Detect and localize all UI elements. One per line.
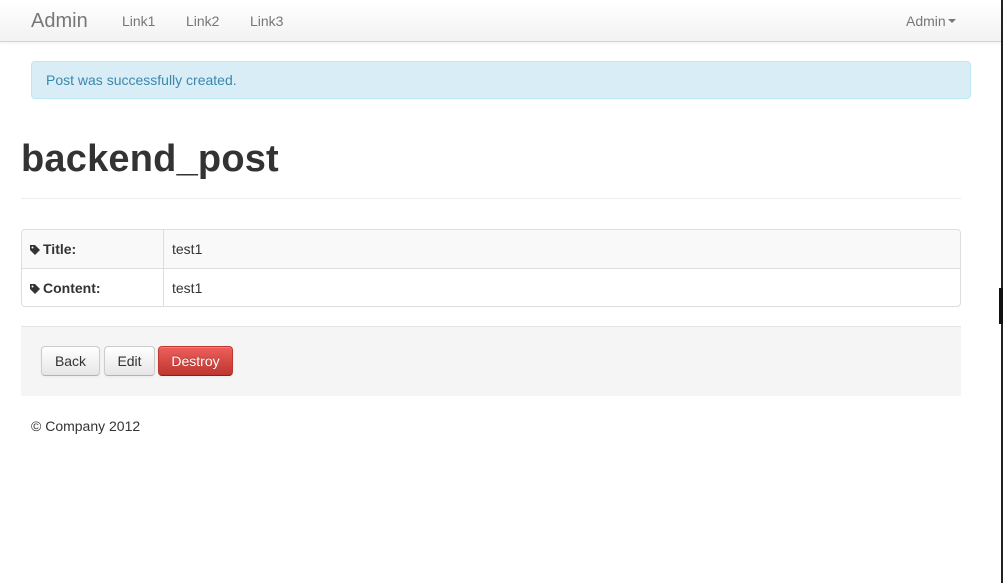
destroy-button[interactable]: Destroy: [158, 346, 233, 376]
brand-link[interactable]: Admin: [31, 10, 88, 33]
nav-link-1[interactable]: Link1: [122, 13, 155, 29]
row-label: Title:: [43, 241, 77, 257]
caret-down-icon: [947, 19, 956, 24]
row-label-cell: Title:: [22, 230, 163, 268]
table-row: Title: test1: [22, 230, 960, 268]
row-label: Content:: [43, 279, 101, 296]
table-row: Content: test1: [22, 268, 960, 306]
page-header-divider: [21, 198, 961, 199]
window-edge-marker: [999, 288, 1003, 324]
form-actions: Back Edit Destroy: [21, 326, 961, 396]
edit-button[interactable]: Edit: [104, 346, 155, 376]
nav-link-3[interactable]: Link3: [250, 13, 283, 29]
page-title: backend_post: [21, 138, 279, 180]
row-value: test1: [163, 230, 960, 268]
success-alert: Post was successfully created.: [31, 61, 971, 99]
post-details-table: Title: test1 Content: test1: [21, 229, 961, 307]
user-menu-label: Admin: [906, 13, 946, 29]
top-navbar: Admin Link1 Link2 Link3 Admin: [0, 0, 1003, 42]
nav-link-2[interactable]: Link2: [186, 13, 219, 29]
back-button[interactable]: Back: [41, 346, 100, 376]
footer-copyright: © Company 2012: [31, 418, 141, 434]
tag-icon: [30, 283, 40, 294]
user-menu-dropdown[interactable]: Admin: [906, 13, 956, 29]
row-value: test1: [163, 268, 960, 306]
tag-icon: [30, 245, 40, 255]
row-label-cell: Content:: [22, 268, 163, 306]
